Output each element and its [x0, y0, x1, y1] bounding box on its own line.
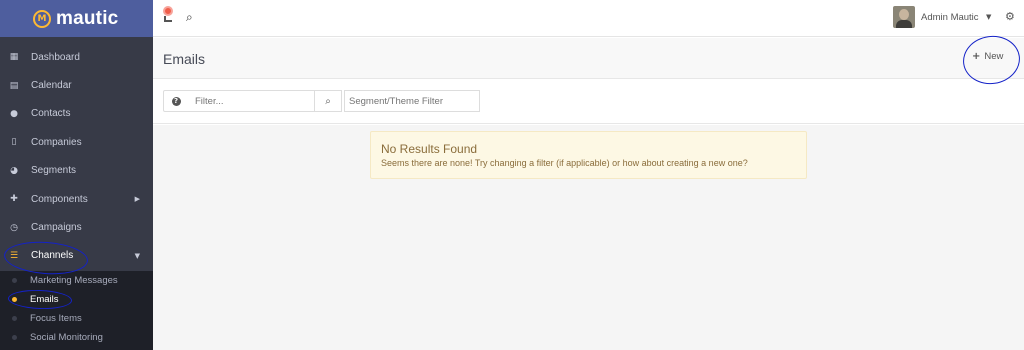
clock-icon: ◷ [10, 222, 18, 233]
alert-message: Seems there are none! Try changing a fil… [381, 158, 748, 168]
search-icon: ⌕ [325, 95, 331, 107]
no-results-alert: No Results Found Seems there are none! T… [370, 131, 807, 179]
sidebar-item-segments[interactable]: ◕ Segments [0, 157, 153, 185]
sidebar-item-dashboard[interactable]: ▦ Dashboard [0, 43, 153, 71]
channels-subnav: Marketing Messages Emails Focus Items So… [0, 271, 153, 350]
sidebar-item-label: Contacts [31, 108, 71, 120]
main-content: No Results Found Seems there are none! T… [153, 125, 1024, 350]
sidebar-item-calendar[interactable]: ▤ Calendar [0, 71, 153, 99]
user-menu-name[interactable]: Admin Mautic [921, 12, 979, 23]
gear-icon[interactable]: ⚙ [1005, 10, 1015, 23]
sidebar-item-companies[interactable]: ▯ Companies [0, 128, 153, 156]
avatar[interactable] [893, 6, 915, 28]
alert-title: No Results Found [381, 142, 478, 156]
search-button[interactable]: ⌕ [315, 90, 342, 112]
sidebar-item-label: Components [31, 193, 88, 205]
question-icon: ? [171, 96, 181, 106]
sidebar-subitem-marketing-messages[interactable]: Marketing Messages [0, 271, 153, 290]
page-header: Emails + New [153, 38, 1024, 79]
sidebar-subitem-social-monitoring[interactable]: Social Monitoring [0, 328, 153, 347]
pie-chart-icon: ◕ [10, 165, 18, 176]
filter-bar: ? ⌕ [153, 79, 1024, 124]
sidebar-subitem-label: Marketing Messages [30, 275, 118, 286]
chevron-down-icon: ▼ [134, 251, 140, 260]
brand-name: mautic [56, 7, 119, 29]
building-icon: ▯ [11, 137, 17, 148]
user-icon: ● [10, 108, 18, 119]
sidebar-subitem-label: Social Monitoring [30, 332, 103, 343]
puzzle-icon: ✚ [10, 194, 18, 205]
dashboard-icon: ▦ [9, 52, 19, 63]
bullet-icon [12, 316, 17, 321]
chevron-down-icon[interactable]: ▼ [986, 13, 991, 21]
sidebar-item-label: Calendar [31, 80, 72, 92]
sidebar-item-components[interactable]: ✚ Components ▶ [0, 185, 153, 213]
logo[interactable]: M mautic [0, 0, 153, 37]
page-title: Emails [163, 51, 206, 67]
top-bar: ⌕ Admin Mautic ▼ ⚙ [153, 0, 1024, 37]
main-nav: ▦ Dashboard ▤ Calendar ● Contacts ▯ Comp… [0, 43, 153, 270]
search-input[interactable] [188, 90, 315, 112]
sidebar-item-label: Campaigns [31, 222, 82, 234]
chevron-right-icon: ▶ [134, 195, 140, 204]
sidebar-subitem-label: Focus Items [30, 313, 82, 324]
filter-help-button[interactable]: ? [163, 90, 189, 112]
segment-theme-filter[interactable] [344, 90, 480, 112]
sidebar-item-campaigns[interactable]: ◷ Campaigns [0, 213, 153, 241]
search-icon[interactable]: ⌕ [186, 10, 193, 25]
mautic-logo-icon: M [33, 9, 51, 28]
sidebar-item-contacts[interactable]: ● Contacts [0, 100, 153, 128]
notification-icon[interactable] [162, 6, 174, 24]
bullet-icon [12, 335, 17, 340]
sidebar-subitem-focus-items[interactable]: Focus Items [0, 309, 153, 328]
bullet-icon [12, 278, 17, 283]
sidebar-item-label: Companies [31, 136, 82, 148]
calendar-icon: ▤ [9, 80, 19, 91]
sidebar-item-label: Dashboard [31, 51, 80, 63]
sidebar-item-label: Segments [31, 165, 77, 177]
